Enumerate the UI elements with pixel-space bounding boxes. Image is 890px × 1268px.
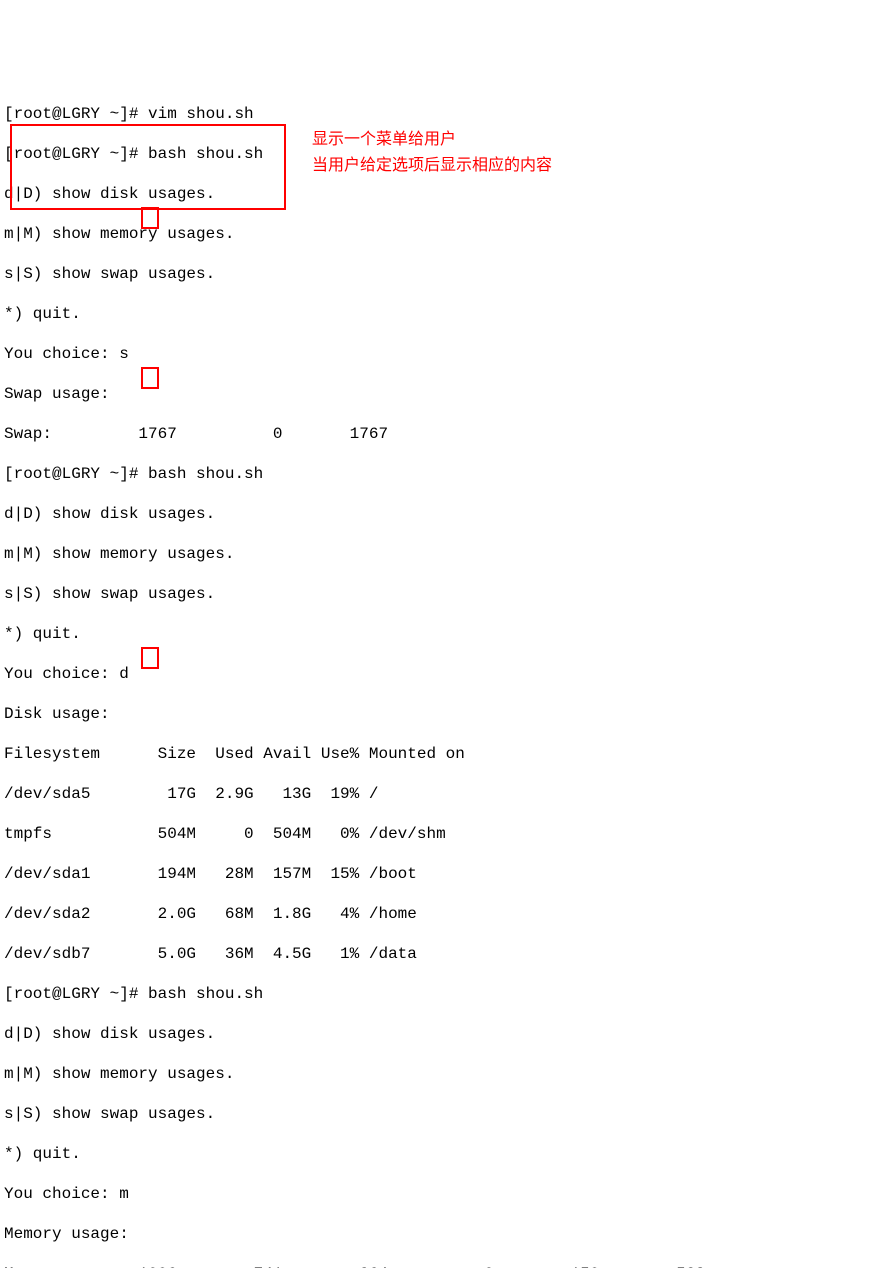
- choice-prompt: You choice: s: [4, 344, 886, 364]
- table-row: tmpfs 504M 0 504M 0% /dev/shm: [4, 824, 886, 844]
- table-row: /dev/sda5 17G 2.9G 13G 19% /: [4, 784, 886, 804]
- choice-prompt: You choice: m: [4, 1184, 886, 1204]
- menu-option-quit: *) quit.: [4, 1144, 886, 1164]
- cmd-line: [root@LGRY ~]# bash shou.sh: [4, 464, 886, 484]
- annotation-text: 显示一个菜单给用户: [312, 130, 456, 150]
- menu-option-s: s|S) show swap usages.: [4, 1104, 886, 1124]
- choice-prompt: You choice: d: [4, 664, 886, 684]
- menu-option-d: d|D) show disk usages.: [4, 1024, 886, 1044]
- disk-usage-header: Disk usage:: [4, 704, 886, 724]
- swap-usage-data: Swap: 1767 0 1767: [4, 424, 886, 444]
- menu-option-d: d|D) show disk usages.: [4, 504, 886, 524]
- cmd-line: [root@LGRY ~]# vim shou.sh: [4, 104, 886, 124]
- memory-usage-data: Mem: 1006 741 264 0 150 523: [4, 1264, 886, 1268]
- menu-option-m: m|M) show memory usages.: [4, 544, 886, 564]
- swap-usage-header: Swap usage:: [4, 384, 886, 404]
- menu-option-quit: *) quit.: [4, 624, 886, 644]
- annotation-text: 当用户给定选项后显示相应的内容: [312, 156, 552, 176]
- table-row: /dev/sdb7 5.0G 36M 4.5G 1% /data: [4, 944, 886, 964]
- menu-option-d: d|D) show disk usages.: [4, 184, 886, 204]
- menu-option-m: m|M) show memory usages.: [4, 1064, 886, 1084]
- menu-option-quit: *) quit.: [4, 304, 886, 324]
- disk-table-header: Filesystem Size Used Avail Use% Mounted …: [4, 744, 886, 764]
- memory-usage-header: Memory usage:: [4, 1224, 886, 1244]
- cmd-line: [root@LGRY ~]# bash shou.sh: [4, 984, 886, 1004]
- menu-option-s: s|S) show swap usages.: [4, 584, 886, 604]
- terminal-output: [root@LGRY ~]# vim shou.sh [root@LGRY ~]…: [4, 84, 886, 1268]
- menu-option-m: m|M) show memory usages.: [4, 224, 886, 244]
- menu-option-s: s|S) show swap usages.: [4, 264, 886, 284]
- table-row: /dev/sda2 2.0G 68M 1.8G 4% /home: [4, 904, 886, 924]
- table-row: /dev/sda1 194M 28M 157M 15% /boot: [4, 864, 886, 884]
